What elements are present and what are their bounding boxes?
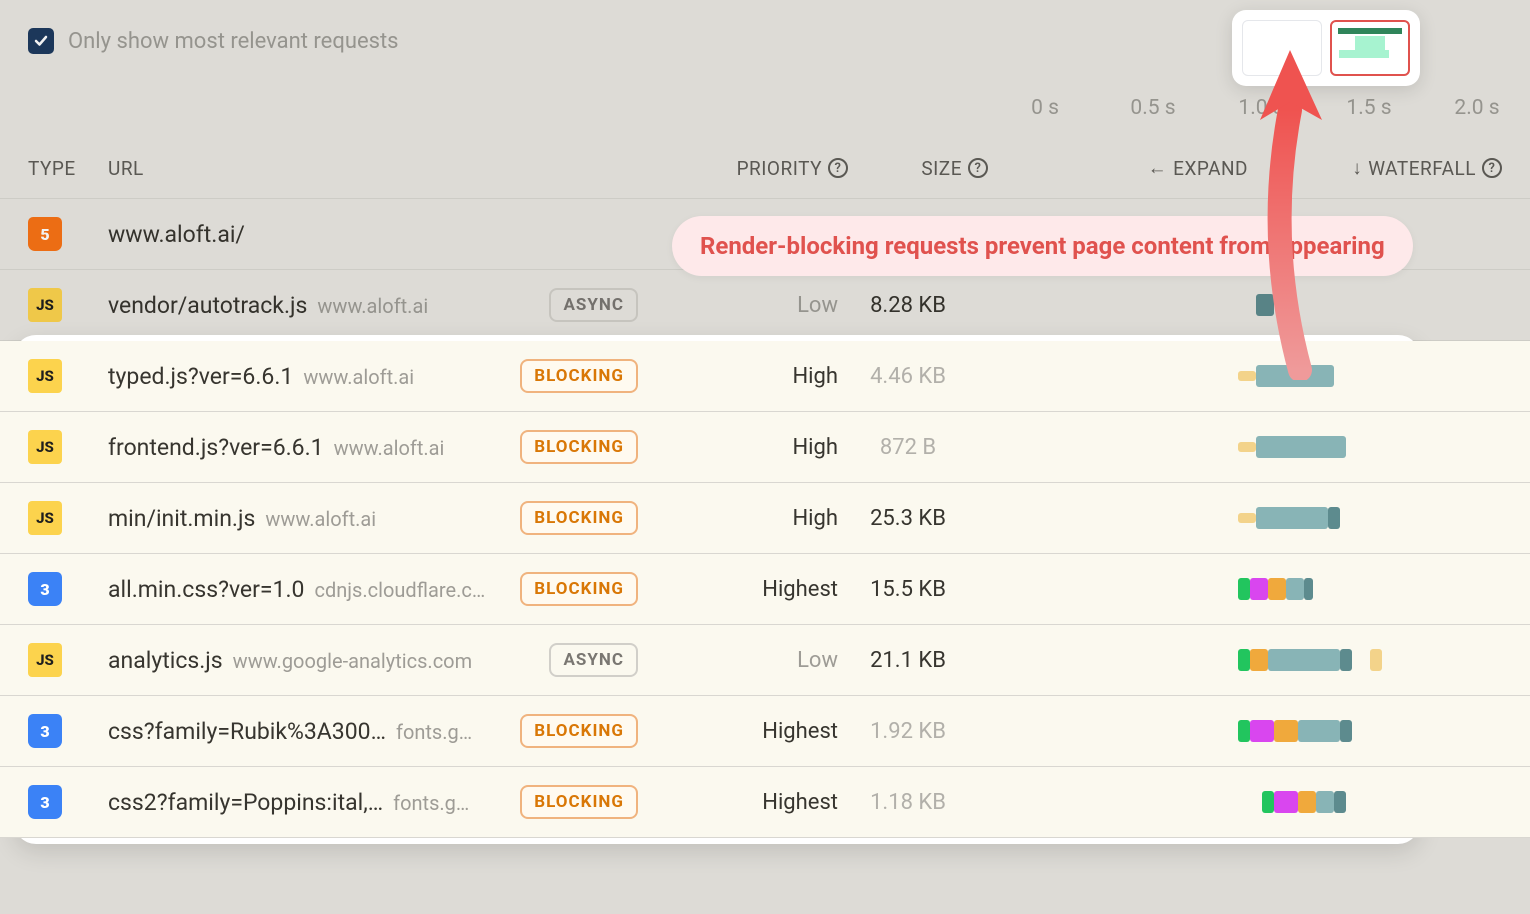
timeline-tick: 0 s [1020,96,1070,120]
filmstrip [1232,10,1420,86]
waterfall-bar [1238,574,1502,604]
request-url: analytics.js www.google-analytics.com [108,647,508,674]
waterfall-bar [1238,716,1502,746]
filter-checkbox[interactable] [28,28,54,54]
request-row[interactable]: typed.js?ver=6.6.1 www.aloft.ai BLOCKINGHi… [0,341,1530,412]
size-value: 21.1 KB [838,648,978,673]
annotation-callout: Render-blocking requests prevent page co… [672,216,1413,276]
request-url: typed.js?ver=6.6.1 www.aloft.ai [108,363,508,390]
size-value: 15.5 KB [838,577,978,602]
timeline-tick: 0.5 s [1128,96,1178,120]
request-url: css2?family=Poppins:ital,… fonts.g… [108,789,508,816]
url-host: cdnjs.cloudflare.c… [314,578,485,602]
size-value: 872 B [838,435,978,460]
async-badge: ASYNC [549,288,638,322]
blocking-badge: BLOCKING [520,714,638,748]
url-host: fonts.g… [393,791,469,815]
url-path: www.aloft.ai/ [108,221,245,248]
url-path: vendor/autotrack.js [108,292,307,319]
blocking-badge: BLOCKING [520,359,638,393]
filter-label: Only show most relevant requests [68,29,399,54]
url-path: min/init.min.js [108,505,255,532]
header-waterfall[interactable]: WATERFALL ? [1248,156,1502,180]
js-file-icon [28,501,62,535]
request-url: www.aloft.ai/ [108,221,508,248]
timeline-tick: 1.0 s [1236,96,1286,120]
url-path: analytics.js [108,647,223,674]
url-host: www.aloft.ai [317,294,428,318]
blocking-badge: BLOCKING [520,430,638,464]
header-url[interactable]: URL [108,157,638,180]
request-url: css?family=Rubik%3A300… fonts.g… [108,718,508,745]
header-priority[interactable]: PRIORITY ? [638,157,848,180]
size-value: 25.3 KB [838,506,978,531]
waterfall-bar [1238,361,1502,391]
filmstrip-thumb[interactable] [1242,20,1322,76]
url-path: typed.js?ver=6.6.1 [108,363,293,390]
check-icon [33,33,49,49]
request-url: vendor/autotrack.js www.aloft.ai [108,292,508,319]
priority-value: Highest [638,577,838,602]
size-value: 1.92 KB [838,719,978,744]
js-file-icon [28,359,62,393]
css-file-icon [28,714,62,748]
css-file-icon [28,572,62,606]
blocking-badge: BLOCKING [520,572,638,606]
html-file-icon [28,217,62,251]
url-path: all.min.css?ver=1.0 [108,576,304,603]
column-headers: TYPE URL PRIORITY ? SIZE ? EXPAND WATERF… [0,138,1530,199]
priority-value: Low [638,293,838,318]
help-icon[interactable]: ? [828,158,848,178]
url-host: www.google-analytics.com [233,649,472,673]
url-host: fonts.g… [396,720,472,744]
help-icon[interactable]: ? [1482,158,1502,178]
size-value: 8.28 KB [838,293,978,318]
url-path: css2?family=Poppins:ital,… [108,789,383,816]
request-row[interactable]: css2?family=Poppins:ital,… fonts.g… BLOCKI… [0,767,1530,838]
async-badge: ASYNC [549,643,638,677]
waterfall-bar [1238,645,1502,675]
timeline-tick: 1.5 s [1344,96,1394,120]
priority-value: High [638,506,838,531]
request-row[interactable]: vendor/autotrack.js www.aloft.ai ASYNCLow8… [0,270,1530,341]
js-file-icon [28,430,62,464]
priority-value: High [638,435,838,460]
request-row[interactable]: analytics.js www.google-analytics.com ASYN… [0,625,1530,696]
request-row[interactable]: frontend.js?ver=6.6.1 www.aloft.ai BLOCKIN… [0,412,1530,483]
request-row[interactable]: css?family=Rubik%3A300… fonts.g… BLOCKINGH… [0,696,1530,767]
priority-value: Low [638,648,838,673]
request-url: frontend.js?ver=6.6.1 www.aloft.ai [108,434,508,461]
timeline-ticks: 0 s 0.5 s 1.0 s 1.5 s 2.0 s [1020,96,1502,120]
request-row[interactable]: all.min.css?ver=1.0 cdnjs.cloudflare.c… BL… [0,554,1530,625]
priority-value: High [638,364,838,389]
request-table: www.aloft.ai/vendor/autotrack.js www.alof… [0,199,1530,838]
header-type[interactable]: TYPE [28,157,108,180]
size-value: 1.18 KB [838,790,978,815]
header-size[interactable]: SIZE ? [848,157,988,180]
waterfall-bar [1238,503,1502,533]
url-host: www.aloft.ai [334,436,445,460]
size-value: 4.46 KB [838,364,978,389]
waterfall-bar [1238,787,1502,817]
timeline-tick: 2.0 s [1452,96,1502,120]
js-file-icon [28,643,62,677]
waterfall-bar [1238,290,1502,320]
url-host: www.aloft.ai [303,365,414,389]
blocking-badge: BLOCKING [520,501,638,535]
priority-value: Highest [638,719,838,744]
request-url: min/init.min.js www.aloft.ai [108,505,508,532]
waterfall-bar [1238,432,1502,462]
filmstrip-thumb[interactable] [1330,20,1410,76]
js-file-icon [28,288,62,322]
url-host: www.aloft.ai [265,507,376,531]
css-file-icon [28,785,62,819]
url-path: frontend.js?ver=6.6.1 [108,434,324,461]
request-url: all.min.css?ver=1.0 cdnjs.cloudflare.c… [108,576,508,603]
url-path: css?family=Rubik%3A300… [108,718,386,745]
request-row[interactable]: min/init.min.js www.aloft.ai BLOCKINGHigh2… [0,483,1530,554]
header-expand[interactable]: EXPAND [988,156,1248,180]
help-icon[interactable]: ? [968,158,988,178]
blocking-badge: BLOCKING [520,785,638,819]
priority-value: Highest [638,790,838,815]
